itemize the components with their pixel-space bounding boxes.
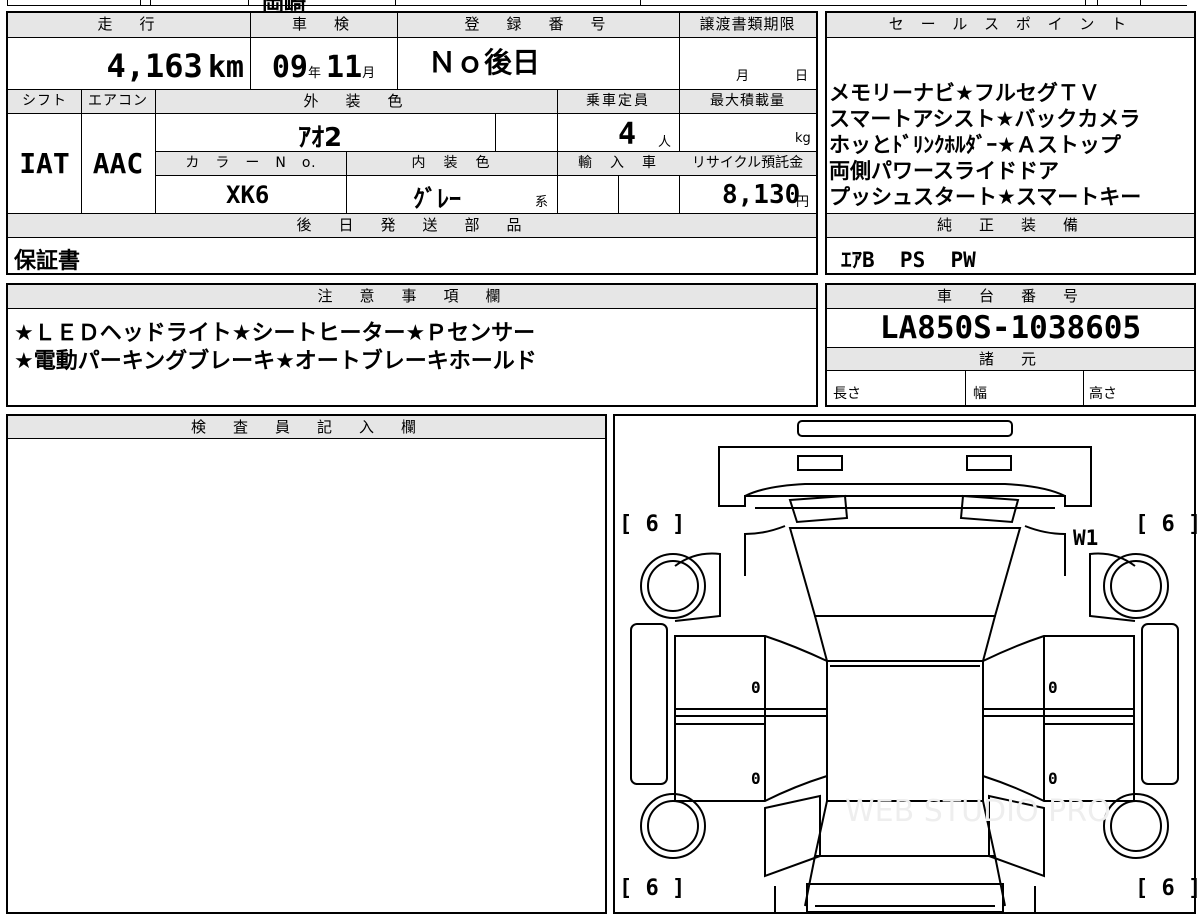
inspector-header: 検 査 員 記 入 欄 xyxy=(8,416,605,438)
door-mark-front-left: 0 xyxy=(751,678,761,697)
registration-value: Ｎｏ後日 xyxy=(428,46,541,79)
rear-door-right xyxy=(982,715,1135,802)
interior-value: ｸﾞﾚｰ xyxy=(413,185,461,213)
capacity-value: 4 xyxy=(618,117,637,152)
registration-header: 登 録 番 号 xyxy=(397,13,679,37)
door-mark-rear-right: 0 xyxy=(1048,769,1058,788)
chassis-header: 車 台 番 号 xyxy=(827,285,1194,308)
doc-month-unit: 月 xyxy=(736,69,750,84)
color-no-header: カ ラ ー N o. xyxy=(156,152,346,175)
front-door-right xyxy=(982,635,1135,717)
mileage-value: 4,163 km xyxy=(106,47,244,85)
door-mark-rear-left: 0 xyxy=(751,769,761,788)
width-label: 幅 xyxy=(973,386,987,402)
doc-day-unit: 日 xyxy=(795,69,809,84)
maxload-unit: kg xyxy=(795,131,811,146)
mileage-header: 走 行 xyxy=(8,13,250,37)
chassis-box: 車 台 番 号 LA850S-1038605 諸 元 長さ 幅 高さ xyxy=(825,283,1196,407)
hood-outline xyxy=(718,446,1092,507)
rocker-left xyxy=(630,623,668,785)
shaken-value: 09年 11月 xyxy=(271,50,376,85)
notes-box: 注 意 事 項 欄 ★ＬＥＤヘッドライト★シートヒーター★Ｐセンサー ★電動パー… xyxy=(6,283,818,407)
recycle-header: リサイクル預託金 xyxy=(679,152,816,175)
equipment-header: 純 正 装 備 xyxy=(827,214,1194,237)
car-diagram xyxy=(630,420,1179,912)
sales-header: セ ー ル ス ポ イ ン ト xyxy=(827,13,1194,37)
capacity-header: 乗車定員 xyxy=(557,90,679,113)
windshield-mark-w1: W1 xyxy=(1073,526,1099,550)
exterior-header: 外 装 色 xyxy=(155,90,557,113)
recycle-unit: 円 xyxy=(796,195,810,210)
headlight-right xyxy=(966,455,1012,471)
roof-panel xyxy=(826,660,984,802)
color-no-value: XK6 xyxy=(226,181,270,209)
tire-tread-front-right: [ 6 ] xyxy=(1135,512,1200,537)
tire-tread-rear-right: [ 6 ] xyxy=(1135,876,1200,901)
notes-line-2: ★電動パーキングブレーキ★オートブレーキホールド xyxy=(14,349,537,374)
wheel-rear-right xyxy=(1103,793,1169,859)
capacity-unit: 人 xyxy=(658,135,672,150)
doc-deadline-header: 譲渡書類期限 xyxy=(679,13,816,37)
rocker-right xyxy=(1141,623,1179,785)
parts-header: 後 日 発 送 部 品 xyxy=(8,214,816,237)
parts-value: 保証書 xyxy=(14,249,81,274)
import-header: 輸 入 車 xyxy=(557,152,679,175)
recycle-value: 8,130 xyxy=(722,180,801,210)
inspector-box: 検 査 員 記 入 欄 xyxy=(6,414,607,914)
windshield xyxy=(788,527,1022,617)
wheel-front-right xyxy=(1103,553,1169,619)
exterior-value: ｱｵ2 xyxy=(298,123,343,153)
height-label: 高さ xyxy=(1089,386,1117,402)
door-mark-front-right: 0 xyxy=(1048,678,1058,697)
interior-header: 内 装 色 xyxy=(346,152,557,175)
front-door-left xyxy=(674,635,828,717)
shift-value: IAT xyxy=(19,147,70,180)
vehicle-info-box: 走 行 車 検 登 録 番 号 譲渡書類期限 4,163 km 09年 11月 … xyxy=(6,11,818,275)
equipment-value: ｴｱB PS PW xyxy=(841,248,976,272)
shift-header: シフト xyxy=(8,90,81,113)
tire-tread-rear-left: [ 6 ] xyxy=(619,876,686,901)
aircon-value: AAC xyxy=(92,147,144,180)
shaken-header: 車 検 xyxy=(250,13,397,37)
rear-bumper xyxy=(806,883,1004,912)
notes-header: 注 意 事 項 欄 xyxy=(8,285,816,308)
chassis-value: LA850S-1038605 xyxy=(879,310,1142,346)
wheel-front-left xyxy=(640,553,706,619)
headlight-left xyxy=(797,455,843,471)
spec-header: 諸 元 xyxy=(827,348,1194,370)
maxload-header: 最大積載量 xyxy=(679,90,816,113)
interior-suffix: 系 xyxy=(535,195,549,210)
rear-door-left xyxy=(674,715,828,802)
aircon-header: エアコン xyxy=(81,90,155,113)
watermark: WEB STUDIO PRO xyxy=(845,794,1111,829)
car-diagram-box: [ 6 ] [ 6 ] [ 6 ] [ 6 ] W1 0 0 0 0 WEB S… xyxy=(613,414,1200,914)
length-label: 長さ xyxy=(833,386,861,402)
sales-point-box: セ ー ル ス ポ イ ン ト メモリーナビ★フルセグＴＶ スマートアシスト★バ… xyxy=(825,11,1196,275)
sales-line-5: プッシュスタート★スマートキー xyxy=(829,185,1142,209)
tire-tread-front-left: [ 6 ] xyxy=(619,512,686,537)
top-strip: 岡崎 xyxy=(0,0,1200,17)
front-bumper xyxy=(797,420,1013,437)
wheel-rear-left xyxy=(640,793,706,859)
